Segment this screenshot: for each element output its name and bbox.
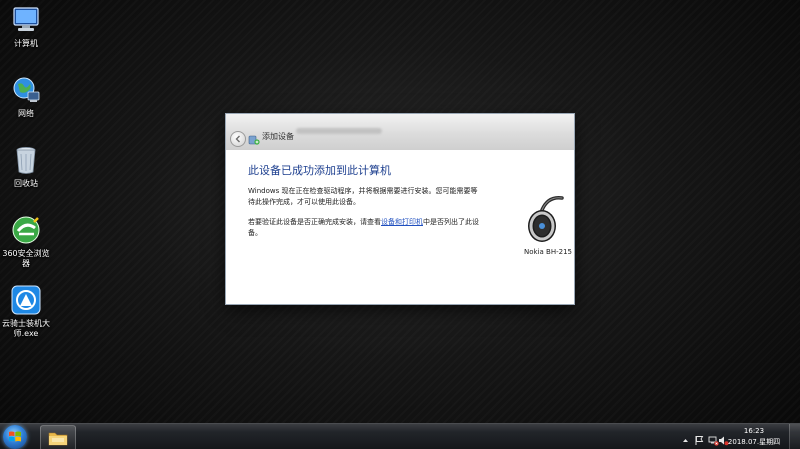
- dialog-title: 添加设备: [262, 132, 294, 141]
- show-hidden-icons-button[interactable]: [680, 431, 691, 442]
- network-icon: [10, 74, 42, 106]
- desktop-icon-label: 计算机: [14, 39, 38, 48]
- dialog-titlebar: 添加设备: [226, 114, 574, 150]
- taskbar: 16:23 2018.07.星期四: [0, 423, 800, 449]
- show-desktop-button[interactable]: [789, 424, 800, 449]
- windows-start-icon: [9, 431, 21, 442]
- desktop-icon-yunqishi[interactable]: 云骑士装机大师.exe: [0, 284, 52, 339]
- file-explorer-icon: [48, 432, 68, 446]
- computer-icon: [10, 4, 42, 36]
- desktop: 计算机 网络 回收站 360安全浏览器 云骑士装机大师.exe 添加设备 此设备…: [0, 0, 800, 449]
- tray-action-center[interactable]: [694, 431, 705, 445]
- add-device-wizard-icon: [248, 131, 260, 145]
- clock-date: 2018.07.星期四: [727, 438, 781, 446]
- taskbar-clock[interactable]: 16:23 2018.07.星期四: [726, 426, 782, 448]
- titlebar-blurred-area: [296, 128, 382, 134]
- add-device-dialog: 添加设备 此设备已成功添加到此计算机 Windows 现在正在检查驱动程序，并将…: [226, 114, 574, 304]
- yunqishi-installer-icon: [10, 284, 42, 316]
- desktop-icon-network[interactable]: 网络: [0, 74, 52, 119]
- desktop-icon-360-browser[interactable]: 360安全浏览器: [0, 214, 52, 269]
- dialog-paragraph-2: 若要验证此设备是否正确完成安装，请查看设备和打印机中是否列出了此设备。: [248, 217, 484, 239]
- desktop-icon-label: 云骑士装机大师.exe: [2, 319, 50, 338]
- back-arrow-icon: [235, 135, 240, 143]
- bluetooth-headset-icon: [518, 192, 572, 250]
- taskbar-file-explorer-button[interactable]: [40, 425, 76, 449]
- back-button[interactable]: [230, 131, 246, 147]
- desktop-icon-recycle-bin[interactable]: 回收站: [0, 144, 52, 189]
- action-center-flag-icon: [695, 436, 704, 445]
- device-name: Nokia BH-215: [524, 248, 572, 256]
- start-button[interactable]: [3, 425, 27, 449]
- chevron-up-icon: [683, 439, 688, 442]
- devices-and-printers-link[interactable]: 设备和打印机: [381, 218, 423, 226]
- paragraph-2-prefix: 若要验证此设备是否正确完成安装，请查看: [248, 218, 381, 226]
- 360-browser-icon: [10, 214, 42, 246]
- clock-time: 16:23: [743, 427, 765, 435]
- recycle-bin-icon: [10, 144, 42, 176]
- desktop-icon-label: 回收站: [14, 179, 38, 188]
- dialog-paragraph-1: Windows 现在正在检查驱动程序，并将根据需要进行安装。您可能需要等待此操作…: [248, 187, 478, 206]
- desktop-icon-label: 网络: [18, 109, 34, 118]
- desktop-icon-label: 360安全浏览器: [2, 249, 50, 268]
- desktop-icon-computer[interactable]: 计算机: [0, 4, 52, 49]
- dialog-heading: 此设备已成功添加到此计算机: [248, 164, 391, 177]
